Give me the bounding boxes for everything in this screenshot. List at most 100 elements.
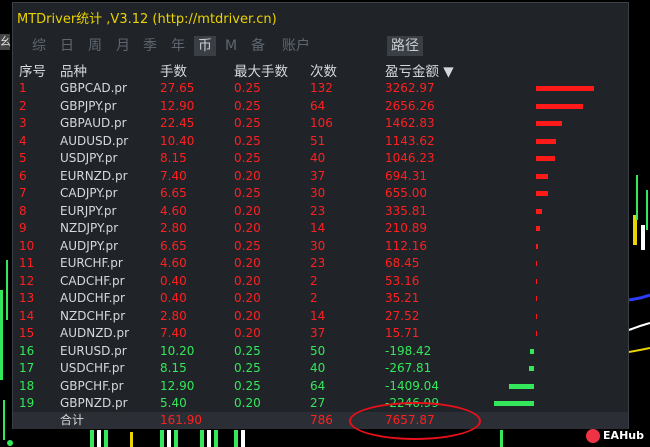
row-symbol: EURNZD.pr (60, 168, 128, 183)
table-row[interactable]: 9 NZDJPY.pr 2.80 0.20 14 210.89 (13, 220, 628, 237)
row-lots: 22.45 (160, 116, 195, 130)
table-row[interactable]: 16 EURUSD.pr 10.20 0.25 50 -198.42 (13, 343, 628, 360)
header-lots[interactable]: 手数 (160, 60, 187, 80)
chart-line-white (628, 322, 650, 331)
row-lots: 4.60 (160, 203, 187, 218)
header-max-lots[interactable]: 最大手数 (234, 60, 288, 80)
row-profit: 1143.62 (385, 133, 435, 148)
title-bar: MTDriver统计 ,V3.12 (http://mtdriver.cn) (13, 3, 628, 29)
row-max-lots: 0.25 (234, 186, 261, 200)
tab-year[interactable]: 年 (169, 36, 187, 56)
row-lots: 2.80 (160, 308, 187, 323)
table-row[interactable]: 2 GBPJPY.pr 12.90 0.25 64 2656.26 (13, 98, 628, 115)
row-symbol: AUDUSD.pr (60, 133, 129, 148)
row-profit: 68.45 (385, 256, 420, 270)
hist-bar (97, 430, 101, 447)
row-count: 37 (310, 326, 326, 340)
table-row[interactable]: 10 AUDJPY.pr 6.65 0.25 30 112.16 (13, 238, 628, 255)
row-symbol: GBPCHF.pr (60, 378, 124, 393)
tab-week[interactable]: 周 (86, 36, 104, 56)
table-row[interactable]: 11 EURCHF.pr 4.60 0.20 23 68.45 (13, 255, 628, 272)
profit-bar (536, 296, 537, 301)
tab-currency[interactable]: 币 (194, 36, 216, 56)
row-lots: 0.40 (160, 273, 187, 288)
row-seq: 19 (19, 396, 35, 410)
hist-bar (174, 430, 178, 447)
row-seq: 7 (19, 186, 27, 200)
row-lots: 12.90 (160, 98, 195, 113)
table-row[interactable]: 3 GBPAUD.pr 22.45 0.25 106 1462.83 (13, 115, 628, 132)
watermark-text: EAHub (603, 429, 644, 442)
profit-bar (536, 313, 537, 319)
row-symbol: EURJPY.pr (60, 203, 117, 218)
table-row[interactable]: 8 EURJPY.pr 4.60 0.20 23 335.81 (13, 203, 628, 220)
chart-candle (6, 260, 8, 320)
table-row[interactable]: 6 EURNZD.pr 7.40 0.20 37 694.31 (13, 168, 628, 185)
row-profit: 1462.83 (385, 116, 435, 130)
row-lots: 8.15 (160, 361, 187, 375)
table-row[interactable]: 13 AUDCHF.pr 0.40 0.20 2 35.21 (13, 290, 628, 307)
profit-bar (536, 261, 537, 266)
tab-notes[interactable]: 备 (249, 36, 267, 56)
row-lots: 2.80 (160, 221, 187, 235)
row-profit: 655.00 (385, 186, 427, 200)
table-row[interactable]: 15 AUDNZD.pr 7.40 0.20 37 15.71 (13, 325, 628, 342)
row-profit: 694.31 (385, 168, 427, 183)
header-profit[interactable]: 盈亏金额 ▼ (385, 60, 454, 80)
hist-bar (130, 432, 133, 447)
row-seq: 6 (19, 168, 27, 183)
side-tag[interactable]: 幺 (0, 34, 11, 50)
row-count: 64 (310, 98, 326, 113)
tab-summary[interactable]: 综 (30, 36, 48, 56)
table-row[interactable]: 14 NZDCHF.pr 2.80 0.20 14 27.52 (13, 308, 628, 325)
profit-bar (536, 243, 538, 249)
row-max-lots: 0.25 (234, 116, 261, 130)
row-max-lots: 0.20 (234, 308, 261, 323)
table-row[interactable]: 5 USDJPY.pr 8.15 0.25 40 1046.23 (13, 150, 628, 167)
row-profit: 3262.97 (385, 81, 435, 95)
tab-account[interactable]: 账户 (278, 36, 314, 56)
row-seq: 9 (19, 221, 27, 235)
profit-bar (536, 278, 537, 284)
row-lots: 0.40 (160, 291, 187, 305)
row-lots: 27.65 (160, 81, 195, 95)
row-lots: 7.40 (160, 168, 187, 183)
row-count: 51 (310, 133, 326, 148)
tab-quarter[interactable]: 季 (141, 36, 159, 56)
row-lots: 8.15 (160, 151, 187, 165)
route-button[interactable]: 路径 (387, 36, 423, 56)
table-row[interactable]: 12 CADCHF.pr 0.40 0.20 2 53.16 (13, 273, 628, 290)
table-row[interactable]: 4 AUDUSD.pr 10.40 0.25 51 1143.62 (13, 133, 628, 150)
stats-panel: MTDriver统计 ,V3.12 (http://mtdriver.cn) 综… (12, 2, 629, 429)
tab-m[interactable]: M (224, 36, 238, 56)
row-seq: 17 (19, 361, 35, 375)
row-symbol: AUDJPY.pr (60, 238, 119, 253)
row-symbol: GBPCAD.pr (60, 81, 127, 95)
header-count[interactable]: 次数 (310, 60, 337, 80)
row-count: 14 (310, 308, 326, 323)
row-count: 64 (310, 378, 326, 393)
row-seq: 13 (19, 291, 35, 305)
tab-day[interactable]: 日 (58, 36, 76, 56)
row-lots: 6.65 (160, 238, 187, 253)
header-seq[interactable]: 序号 (19, 60, 46, 80)
hist-bar (167, 430, 171, 447)
row-count: 2 (310, 291, 318, 305)
hist-bar (104, 430, 108, 447)
row-count: 2 (310, 273, 318, 288)
row-max-lots: 0.25 (234, 81, 261, 95)
table-row[interactable]: 7 CADJPY.pr 6.65 0.25 30 655.00 (13, 185, 628, 202)
profit-bar (529, 366, 534, 371)
table-row[interactable]: 1 GBPCAD.pr 27.65 0.25 132 3262.97 (13, 80, 628, 97)
row-symbol: GBPAUD.pr (60, 116, 127, 130)
table-row[interactable]: 19 GBPNZD.pr 5.40 0.20 27 -2246.99 (13, 395, 628, 412)
row-symbol: NZDCHF.pr (60, 308, 126, 323)
table-row[interactable]: 17 USDCHF.pr 8.15 0.25 40 -267.81 (13, 360, 628, 377)
row-profit: -267.81 (385, 361, 432, 375)
row-profit: 335.81 (385, 203, 427, 218)
table-row[interactable]: 18 GBPCHF.pr 12.90 0.25 64 -1409.04 (13, 378, 628, 395)
row-count: 27 (310, 396, 326, 410)
hist-bar (214, 430, 218, 447)
tab-month[interactable]: 月 (114, 36, 132, 56)
header-symbol[interactable]: 品种 (60, 60, 87, 80)
